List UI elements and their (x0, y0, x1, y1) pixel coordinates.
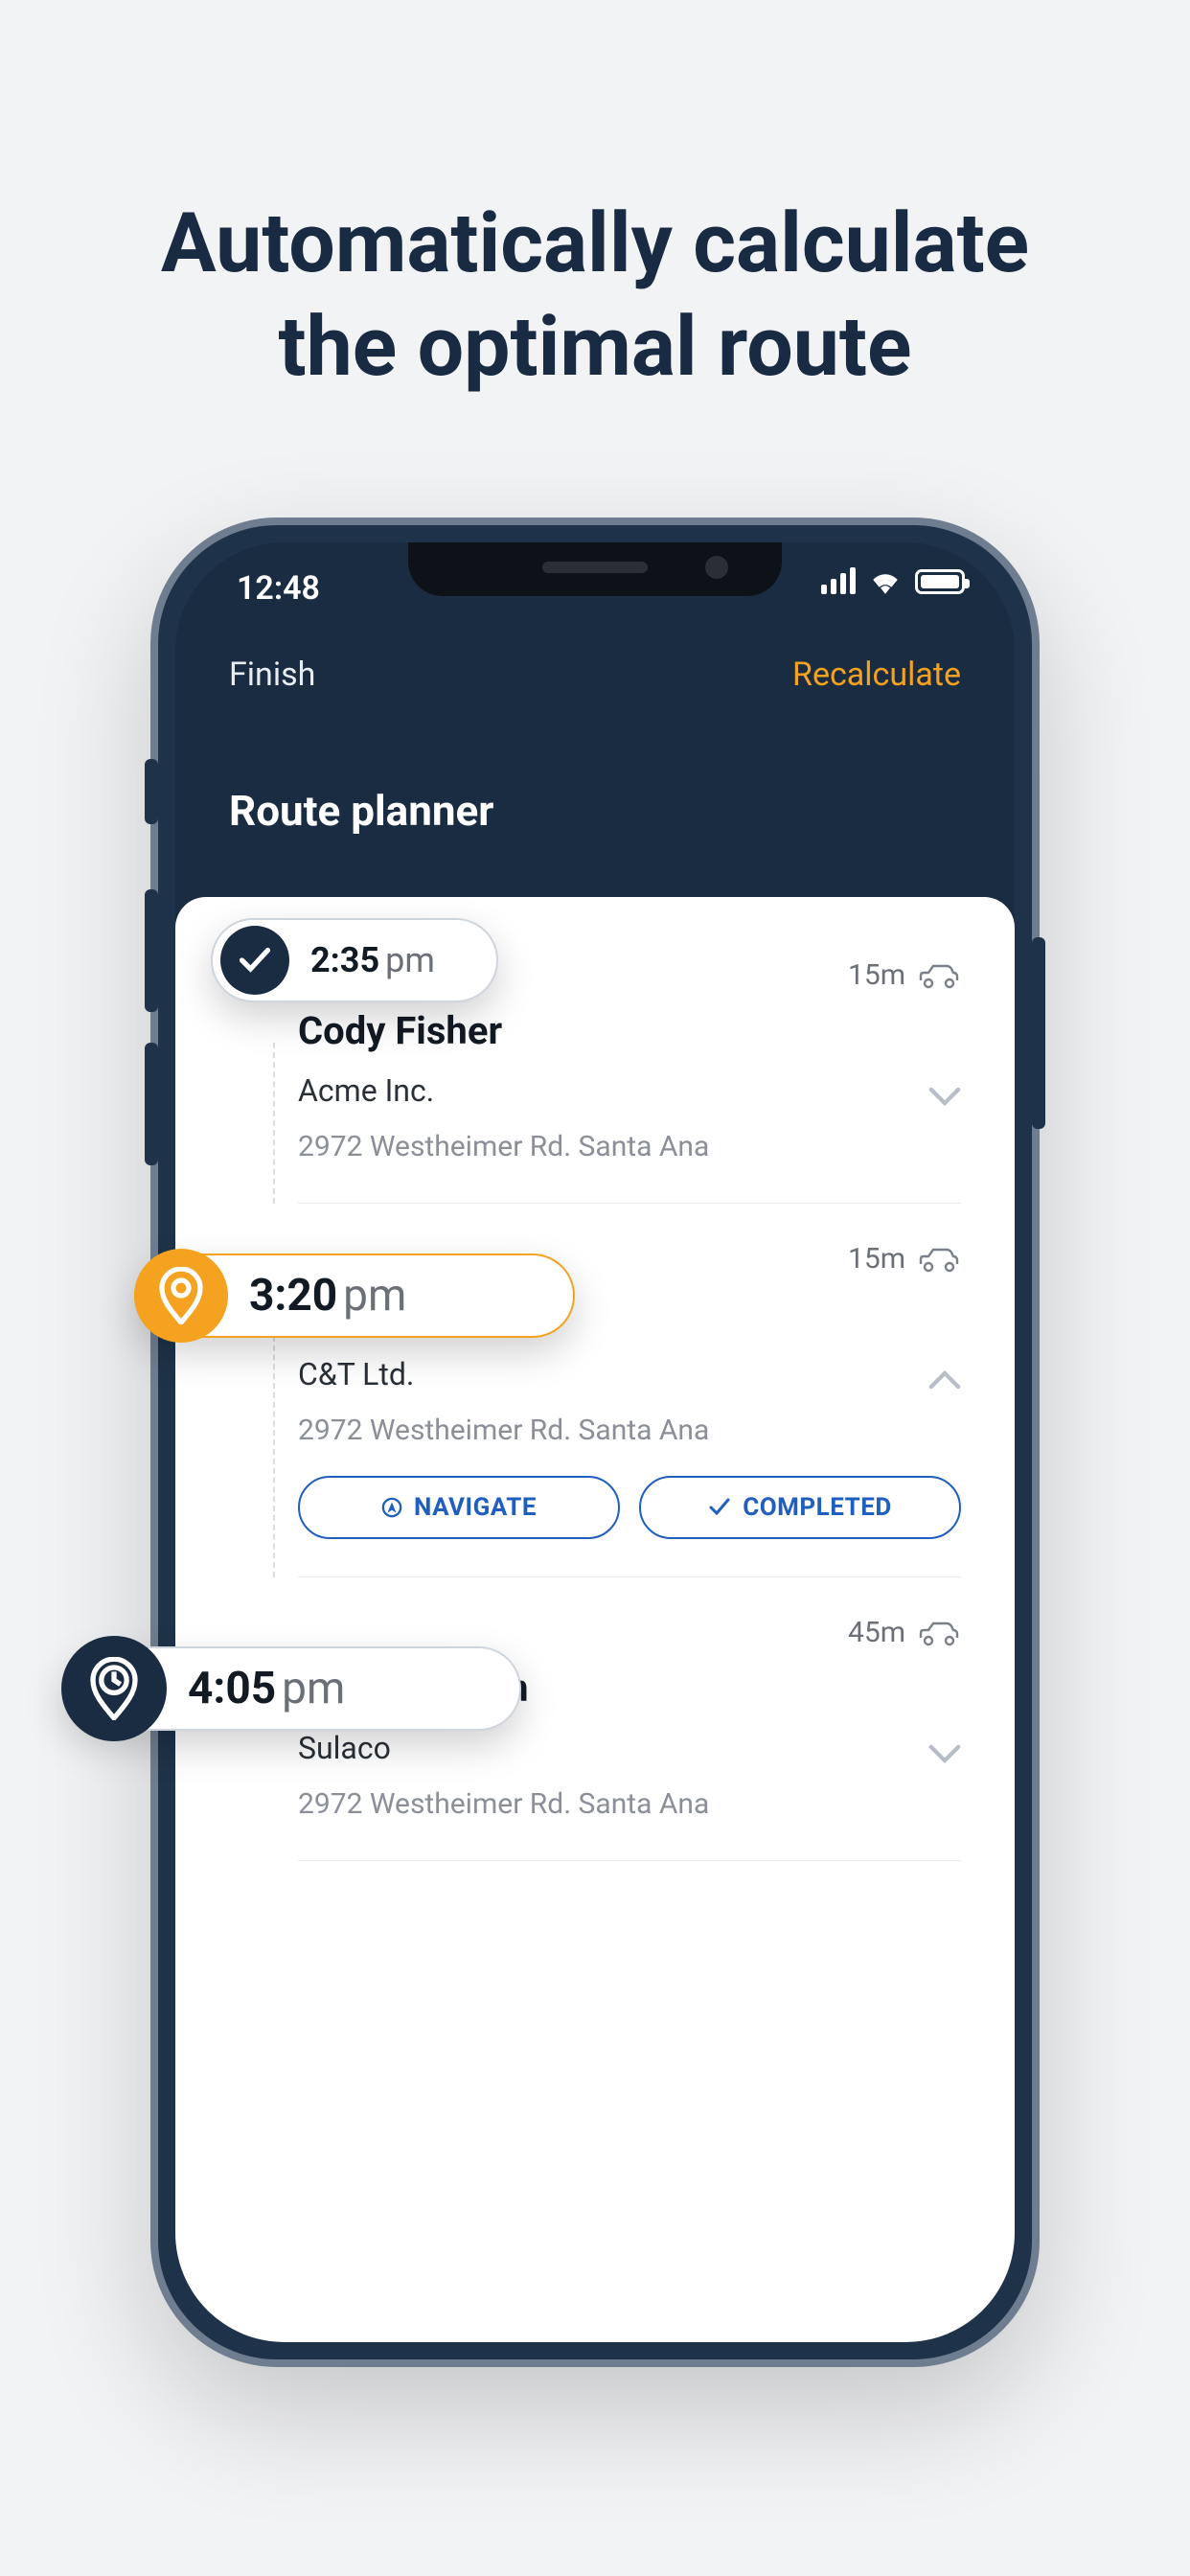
time-pill-current[interactable]: 3:20pm (134, 1254, 575, 1338)
stop-company: Acme Inc. (298, 1072, 961, 1109)
recalculate-button[interactable]: Recalculate (792, 656, 961, 694)
battery-icon (915, 569, 965, 594)
stop-company: C&T Ltd. (298, 1356, 961, 1392)
stops-panel: 15m Cody Fisher Acme Inc. 2972 Westheime… (175, 897, 1015, 2342)
check-icon (220, 926, 289, 995)
car-icon (917, 1619, 961, 1647)
time-pill-label: 4:05pm (188, 1663, 345, 1714)
stop-duration: 45m (848, 1616, 961, 1649)
wifi-icon (869, 569, 902, 594)
car-icon (917, 961, 961, 990)
chevron-up-icon[interactable] (928, 1370, 961, 1390)
stop-duration: 15m (848, 1242, 961, 1276)
clock-pin-icon (61, 1636, 167, 1741)
marketing-headline: Automatically calculate the optimal rout… (0, 192, 1190, 400)
stop-address: 2972 Westheimer Rd. Santa Ana (298, 1128, 961, 1165)
stop-address: 2972 Westheimer Rd. Santa Ana (298, 1412, 961, 1449)
stop-name: Cody Fisher (298, 1008, 961, 1053)
phone-frame: 12:48 (150, 518, 1040, 2367)
stop-company: Sulaco (298, 1730, 961, 1766)
navigate-button[interactable]: NAVIGATE (298, 1476, 620, 1539)
stop-duration: 15m (848, 958, 961, 992)
time-pill-label: 2:35pm (310, 940, 435, 980)
phone-notch (408, 542, 782, 596)
status-time: 12:48 (237, 569, 320, 608)
finish-button[interactable]: Finish (229, 656, 315, 694)
car-icon (917, 1245, 961, 1274)
cellular-icon (821, 567, 856, 594)
stop-address: 2972 Westheimer Rd. Santa Ana (298, 1785, 961, 1823)
time-pill-label: 3:20pm (249, 1270, 406, 1322)
time-pill-done[interactable]: 2:35pm (211, 918, 498, 1002)
time-pill-upcoming[interactable]: 4:05pm (61, 1646, 521, 1731)
map-pin-icon (134, 1249, 228, 1343)
chevron-down-icon[interactable] (928, 1087, 961, 1106)
chevron-down-icon[interactable] (928, 1744, 961, 1763)
completed-button[interactable]: COMPLETED (639, 1476, 961, 1539)
screen-title: Route planner (229, 786, 493, 836)
